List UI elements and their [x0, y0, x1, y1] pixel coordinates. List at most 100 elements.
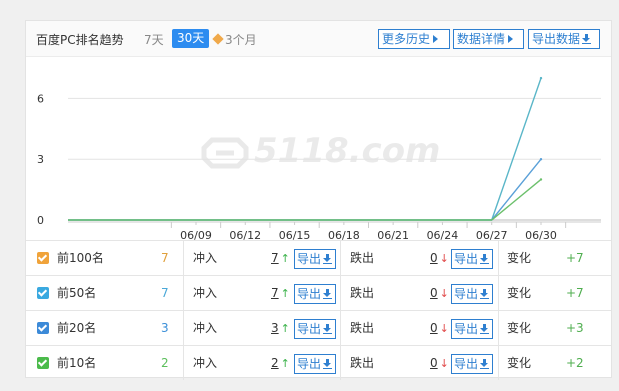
rush-in-count[interactable]: 7 ↑: [271, 276, 290, 310]
series-point: [539, 178, 543, 181]
export-rush-in-button[interactable]: 导出: [294, 284, 336, 304]
arrow-down-icon: ↓: [439, 357, 449, 370]
range-7-days[interactable]: 7天: [144, 31, 164, 48]
data-detail-button[interactable]: 数据详情: [453, 29, 524, 49]
export-drop-out-button[interactable]: 导出: [451, 319, 493, 339]
export-drop-out-button[interactable]: 导出: [451, 249, 493, 269]
rush-in-count[interactable]: 2 ↑: [271, 346, 290, 380]
change-value: +3: [566, 321, 584, 335]
change-value: +7: [566, 286, 584, 300]
x-tick-label: 06/24: [427, 229, 459, 240]
drop-out-label: 跌出: [350, 286, 375, 300]
export-drop-out-button[interactable]: 导出: [451, 284, 493, 304]
rush-in-count[interactable]: 3 ↑: [271, 311, 290, 345]
rank-tier-label: 前50名: [57, 286, 97, 300]
drop-out-value[interactable]: 0: [430, 356, 438, 370]
download-icon: [480, 359, 490, 369]
x-tick-label: 06/12: [229, 229, 261, 240]
drop-out-label: 跌出: [350, 251, 375, 265]
table-row: 前100名 7 冲入 7 ↑ 导出 跌出 0 ↓ 导出 变化 +7: [26, 240, 611, 275]
drop-out-count[interactable]: 0 ↓: [430, 311, 449, 345]
export-label: 导出: [297, 357, 322, 371]
rank-tier-label: 前100名: [57, 251, 104, 265]
drop-out-count[interactable]: 0 ↓: [430, 346, 449, 380]
export-rush-in-button[interactable]: 导出: [294, 354, 336, 374]
drop-out-label: 跌出: [350, 356, 375, 370]
arrow-down-icon: ↓: [439, 252, 449, 265]
trend-chart: 5118.com 0 3 6 06/09 06/12 06/15 06/18 06/21 06/…: [37, 76, 601, 240]
x-tick-label: 06/21: [377, 229, 409, 240]
drop-out-value[interactable]: 0: [430, 321, 438, 335]
rank-summary-table: 前100名 7 冲入 7 ↑ 导出 跌出 0 ↓ 导出 变化 +7 前50名 7 冲入 7 ↑ 导出 跌出 0 ↓ 导出变…: [26, 240, 611, 380]
data-detail-label: 数据详情: [457, 32, 506, 46]
more-history-button[interactable]: 更多历史: [378, 29, 450, 49]
change-label: 变化: [507, 286, 532, 300]
export-label: 导出: [454, 252, 479, 266]
y-tick-label: 0: [37, 214, 44, 227]
rush-in-value[interactable]: 3: [271, 321, 279, 335]
export-label: 导出: [297, 287, 322, 301]
series-toggle-checkbox[interactable]: [37, 287, 49, 299]
range-3-months[interactable]: 3个月: [212, 31, 257, 48]
range-3-months-label: 3个月: [225, 33, 257, 47]
drop-out-value[interactable]: 0: [430, 286, 438, 300]
rank-tier-count: 7: [161, 251, 169, 265]
export-drop-out-button[interactable]: 导出: [451, 354, 493, 374]
more-history-label: 更多历史: [382, 32, 431, 46]
series-toggle-checkbox[interactable]: [37, 357, 49, 369]
export-rush-in-button[interactable]: 导出: [294, 319, 336, 339]
download-icon: [480, 324, 490, 334]
export-data-button[interactable]: 导出数据: [528, 29, 600, 49]
series-toggle-checkbox[interactable]: [37, 322, 49, 334]
export-label: 导出: [297, 252, 322, 266]
rush-in-value[interactable]: 7: [271, 251, 279, 265]
table-row: 前20名 3 冲入 3 ↑ 导出 跌出 0 ↓ 导出 变化 +3: [26, 310, 611, 345]
export-label: 导出: [454, 287, 479, 301]
rush-in-count[interactable]: 7 ↑: [271, 241, 290, 275]
rank-tier-label: 前20名: [57, 321, 97, 335]
ranking-trend-panel: 百度PC排名趋势 7天 30天 3个月 更多历史 数据详情 导出数据 5118.…: [25, 20, 612, 380]
series-toggle-checkbox[interactable]: [37, 252, 49, 264]
rush-in-label: 冲入: [193, 286, 218, 300]
drop-out-value[interactable]: 0: [430, 251, 438, 265]
series-point: [539, 76, 543, 80]
arrow-right-icon: [433, 35, 439, 43]
arrow-up-icon: ↑: [280, 252, 290, 265]
series-point: [539, 158, 543, 161]
change-label: 变化: [507, 356, 532, 370]
change-label: 变化: [507, 321, 532, 335]
arrow-up-icon: ↑: [280, 322, 290, 335]
download-icon: [582, 34, 592, 44]
change-value: +2: [566, 356, 584, 370]
rank-tier-count: 2: [161, 356, 169, 370]
drop-out-count[interactable]: 0 ↓: [430, 241, 449, 275]
table-row: 前10名 2 冲入 2 ↑ 导出 跌出 0 ↓ 导出 变化 +2: [26, 345, 611, 380]
download-icon: [323, 324, 333, 334]
range-30-days[interactable]: 30天: [172, 29, 210, 48]
drop-out-count[interactable]: 0 ↓: [430, 276, 449, 310]
rush-in-value[interactable]: 7: [271, 286, 279, 300]
rush-in-label: 冲入: [193, 321, 218, 335]
y-tick-label: 6: [37, 92, 44, 105]
chart-grid: [68, 97, 601, 221]
change-label: 变化: [507, 251, 532, 265]
arrow-down-icon: ↓: [439, 322, 449, 335]
rush-in-value[interactable]: 2: [271, 356, 279, 370]
rush-in-label: 冲入: [193, 251, 218, 265]
series-line: [68, 178, 542, 221]
x-tick-label: 06/18: [328, 229, 360, 240]
y-tick-label: 3: [37, 153, 44, 166]
export-label: 导出: [454, 322, 479, 336]
x-tick-label: 06/09: [180, 229, 212, 240]
change-value: +7: [566, 251, 584, 265]
download-icon: [323, 359, 333, 369]
rank-tier-count: 7: [161, 286, 169, 300]
arrow-up-icon: ↑: [280, 357, 290, 370]
x-tick-label: 06/30: [525, 229, 557, 240]
table-row: 前50名 7 冲入 7 ↑ 导出 跌出 0 ↓ 导出 变化 +7: [26, 275, 611, 310]
panel-title: 百度PC排名趋势: [36, 33, 124, 47]
export-rush-in-button[interactable]: 导出: [294, 249, 336, 269]
drop-out-label: 跌出: [350, 321, 375, 335]
rush-in-label: 冲入: [193, 356, 218, 370]
download-icon: [480, 289, 490, 299]
